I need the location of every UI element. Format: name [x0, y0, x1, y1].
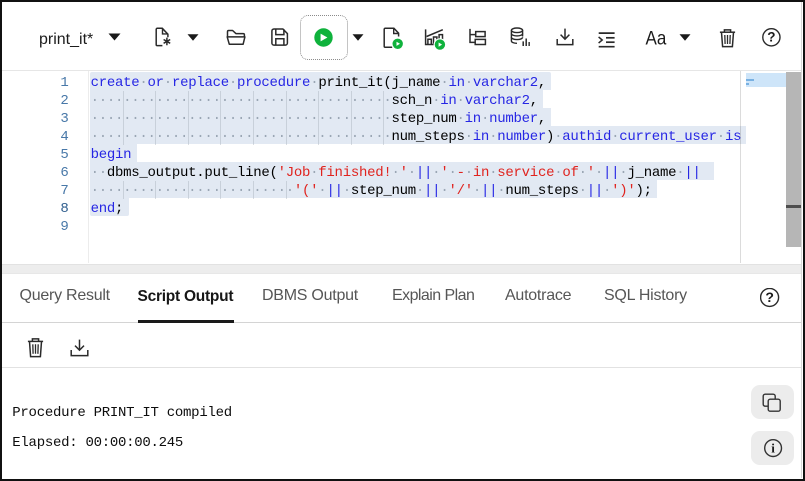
svg-text:i: i — [771, 440, 775, 455]
svg-text:?: ? — [765, 289, 774, 305]
svg-text:?: ? — [767, 30, 775, 45]
